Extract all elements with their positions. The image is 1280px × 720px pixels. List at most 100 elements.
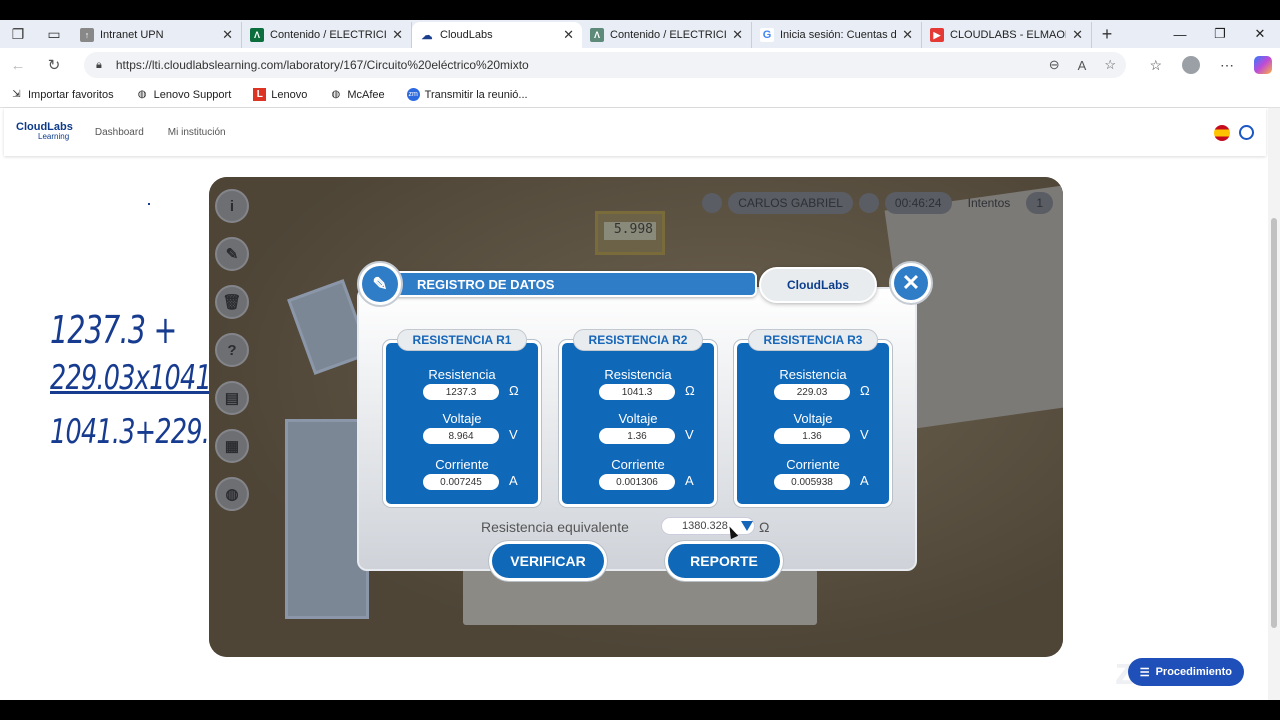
procedure-button[interactable]: ☰ Procedimiento [1127, 658, 1244, 686]
pencil-icon: ✎ [357, 261, 403, 307]
dialog-logo-text: CloudLabs [787, 278, 849, 292]
browser-window: ❐ ▭ ↑ Intranet UPN ✕ Λ Contenido / ELECT… [0, 20, 1280, 700]
spain-flag-icon[interactable] [1214, 125, 1230, 141]
site-navbar: CloudLabs Learning Dashboard Mi instituc… [4, 108, 1266, 156]
workspaces-icon[interactable]: ❐ [0, 20, 36, 48]
address-row: ← ↻ 🔒︎ https://lti.cloudlabslearning.com… [0, 48, 1280, 82]
window-controls: — ❐ ✕ [1160, 20, 1280, 48]
favorite-label: Lenovo Support [153, 88, 232, 101]
amp-unit: A [509, 473, 518, 488]
dropdown-arrow-icon[interactable] [741, 521, 753, 531]
close-dialog-button[interactable]: ✕ [889, 261, 933, 305]
nav-dashboard[interactable]: Dashboard [95, 127, 144, 138]
close-window-icon[interactable]: ✕ [1240, 20, 1280, 48]
amp-unit: A [685, 473, 694, 488]
tab-actions-icon[interactable]: ▭ [36, 20, 72, 48]
verify-button[interactable]: VERIFICAR [489, 541, 607, 581]
notebook-icon[interactable]: ▤ [215, 381, 249, 415]
canvas-icon: Λ [590, 28, 604, 42]
browser-tab[interactable]: G Inicia sesión: Cuentas de G ✕ [752, 22, 922, 48]
lock-icon[interactable]: 🔒︎ [96, 59, 102, 72]
ohm-unit: Ω [685, 383, 695, 398]
back-icon[interactable]: ← [0, 57, 36, 74]
resistance-label: Resistencia [428, 367, 496, 382]
edit-icon[interactable]: ✎ [215, 237, 249, 271]
favorite-item[interactable]: zm Transmitir la reunió... [406, 88, 528, 101]
nav-mi-institucion[interactable]: Mi institución [168, 127, 226, 138]
equivalent-resistance-row: Resistencia equivalente 1380.328 Ω [357, 515, 917, 539]
ink-dot [148, 203, 150, 205]
current-label: Corriente [611, 457, 665, 472]
cloudlabs-dialog-logo: CloudLabs [759, 267, 877, 303]
url-text: https://lti.cloudlabslearning.com/labora… [115, 58, 529, 72]
volt-unit: V [685, 427, 694, 442]
address-bar[interactable]: 🔒︎ https://lti.cloudlabslearning.com/lab… [84, 52, 1126, 78]
resistance-field[interactable]: 1237.3 [423, 384, 499, 400]
list-icon: ☰ [1139, 666, 1150, 679]
new-tab-icon[interactable]: + [1092, 24, 1122, 45]
favorite-item[interactable]: L Lenovo [253, 88, 307, 101]
google-icon: G [760, 28, 774, 42]
lenovo-icon: L [253, 88, 267, 101]
browser-tab[interactable]: ▶ CLOUDLABS - ELMAOP - Yo ✕ [922, 22, 1092, 48]
cloudlabs-logo[interactable]: CloudLabs Learning [16, 121, 73, 142]
favorites-icon[interactable]: ☆ [1149, 57, 1162, 74]
copilot-icon[interactable] [1254, 56, 1272, 74]
favorite-item[interactable]: ◍ Lenovo Support [136, 88, 232, 101]
report-button[interactable]: REPORTE [665, 541, 783, 581]
favorite-item[interactable]: ⇲ Importar favoritos [10, 88, 114, 101]
ohm-unit: Ω [509, 383, 519, 398]
logo-text: CloudLabs [16, 121, 73, 133]
close-tab-icon[interactable]: ✕ [392, 27, 403, 43]
close-tab-icon[interactable]: ✕ [732, 27, 743, 43]
reload-icon[interactable]: ↻ [36, 56, 72, 74]
browser-tab[interactable]: Λ Contenido / ELECTRICIDAD ✕ [242, 22, 412, 48]
current-field[interactable]: 0.001306 [599, 474, 675, 490]
globe-icon[interactable]: ◍ [215, 477, 249, 511]
current-field[interactable]: 0.007245 [423, 474, 499, 490]
voltage-field[interactable]: 1.36 [599, 428, 675, 444]
resistor-card-r1: RESISTENCIA R1 Resistencia 1237.3 Ω Volt… [383, 329, 541, 507]
resistance-field[interactable]: 229.03 [774, 384, 850, 400]
close-tab-icon[interactable]: ✕ [902, 27, 913, 43]
user-name: CARLOS GABRIEL [728, 192, 853, 214]
data-record-dialog: ✎ REGISTRO DE DATOS CloudLabs ✕ RESISTEN… [357, 261, 933, 581]
close-tab-icon[interactable]: ✕ [222, 27, 233, 43]
user-icon [702, 193, 723, 213]
calculator-icon[interactable]: ▦ [215, 429, 249, 463]
maximize-icon[interactable]: ❐ [1200, 20, 1240, 48]
resistance-field[interactable]: 1041.3 [599, 384, 675, 400]
tab-strip: ❐ ▭ ↑ Intranet UPN ✕ Λ Contenido / ELECT… [0, 20, 1280, 48]
voltage-field[interactable]: 1.36 [774, 428, 850, 444]
attempts-count: 1 [1026, 192, 1053, 214]
favorite-label: Importar favoritos [28, 88, 114, 101]
zoom-icon: zm [406, 88, 420, 101]
volt-unit: V [860, 427, 869, 442]
procedure-label: Procedimiento [1155, 666, 1232, 678]
page-scrollbar[interactable] [1268, 108, 1280, 700]
voltage-field[interactable]: 8.964 [423, 428, 499, 444]
accessibility-icon[interactable] [1239, 125, 1254, 140]
profile-avatar-icon[interactable] [1182, 56, 1200, 74]
amp-unit: A [860, 473, 869, 488]
multimeter[interactable]: 5.998 [595, 211, 665, 255]
close-tab-icon[interactable]: ✕ [1072, 27, 1083, 43]
close-icon: ✕ [894, 266, 928, 300]
browser-tab-active[interactable]: ☁ CloudLabs ✕ [412, 22, 582, 48]
browser-tab[interactable]: ↑ Intranet UPN ✕ [72, 22, 242, 48]
read-aloud-icon[interactable]: A [1078, 58, 1087, 73]
zoom-out-icon[interactable]: ⊖ [1049, 57, 1060, 73]
current-field[interactable]: 0.005938 [774, 474, 850, 490]
lab-canvas[interactable]: 5.998 i ✎ 🗑︎ ? ▤ ▦ ◍ CARLOS GABRIEL 00:4… [209, 177, 1063, 657]
globe-icon: ◍ [331, 89, 341, 100]
minimize-icon[interactable]: — [1160, 20, 1200, 48]
favorite-star-icon[interactable]: ☆ [1104, 57, 1116, 73]
info-icon[interactable]: i [215, 189, 249, 223]
help-icon[interactable]: ? [215, 333, 249, 367]
more-icon[interactable]: ⋯ [1220, 57, 1234, 74]
browser-tab[interactable]: Λ Contenido / ELECTRICIDAD ✕ [582, 22, 752, 48]
close-tab-icon[interactable]: ✕ [563, 27, 574, 43]
favorite-item[interactable]: ◍ McAfee [329, 88, 384, 101]
scrollbar-thumb[interactable] [1271, 218, 1277, 628]
trash-icon[interactable]: 🗑︎ [215, 285, 249, 319]
